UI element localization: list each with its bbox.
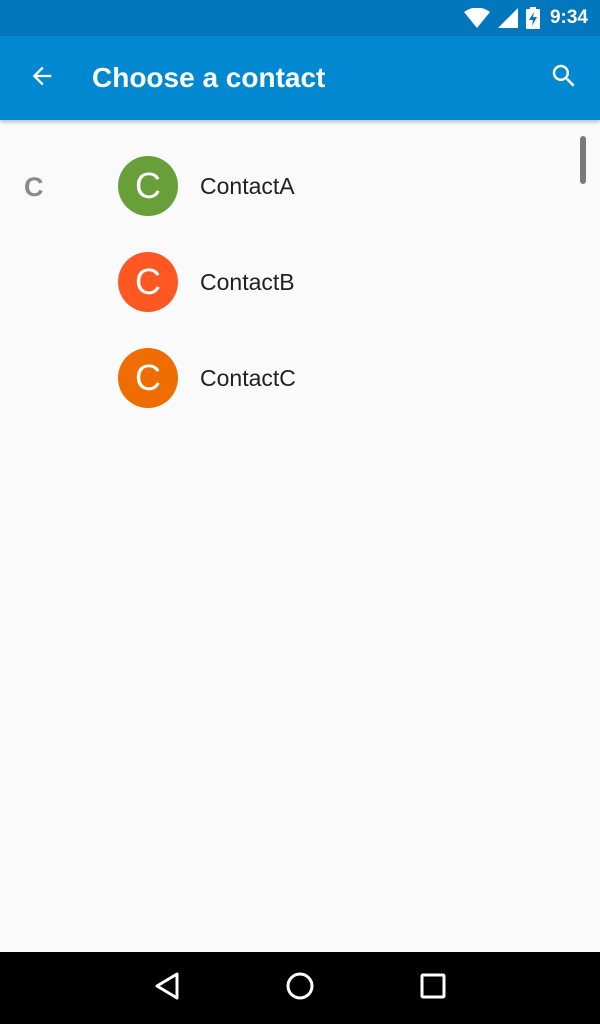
page-title: Choose a contact [92,62,326,93]
contact-item-contacta[interactable]: C ContactA [0,138,600,234]
status-time: 9:34 [549,7,588,28]
arrow-back-icon [28,62,56,95]
navigation-bar [0,952,600,1024]
contact-name: ContactB [200,268,295,295]
contact-name: ContactA [200,172,295,199]
scrollbar-thumb[interactable] [580,136,586,184]
avatar-initial: C [135,357,161,398]
contact-list-view[interactable]: C C ContactA C ContactB C ContactC [0,120,600,952]
nav-recents-button[interactable] [403,958,463,1018]
battery-charging-icon [525,7,540,29]
app-bar: Choose a contact [0,36,600,120]
avatar-initial: C [135,165,161,206]
nav-back-button[interactable] [137,958,197,1018]
avatar-initial: C [135,261,161,302]
avatar: C [118,252,178,312]
recents-square-icon [420,973,446,1004]
wifi-icon [463,8,490,28]
back-button[interactable] [0,36,84,120]
contact-item-contactc[interactable]: C ContactC [0,330,600,426]
search-button[interactable] [528,36,600,120]
home-circle-icon [285,971,315,1006]
avatar: C [118,348,178,408]
contact-item-contactb[interactable]: C ContactB [0,234,600,330]
status-bar: 9:34 [0,0,600,36]
nav-home-button[interactable] [270,958,330,1018]
back-triangle-icon [153,971,181,1006]
avatar: C [118,156,178,216]
contact-name: ContactC [200,364,296,391]
cell-signal-icon [497,8,518,28]
search-icon [549,61,579,96]
contact-list: C ContactA C ContactB C ContactC [0,138,600,426]
